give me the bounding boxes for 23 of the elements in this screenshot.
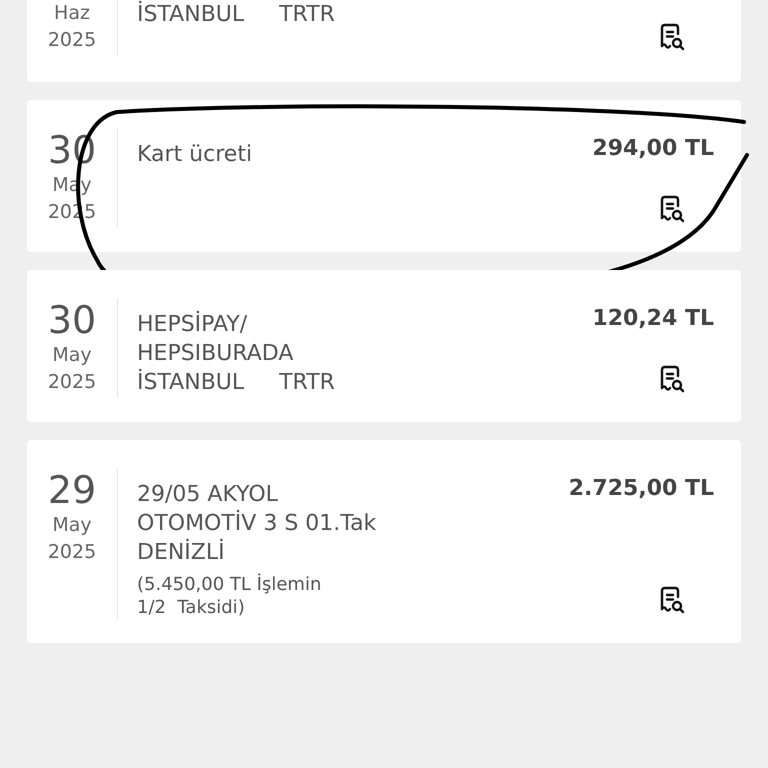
- installment-note: (5.450,00 TL İşlemin 1/2 Taksidi): [137, 573, 322, 619]
- transaction-description: HEPSİPAY/ HEPSIBURADA İSTANBUL TRTR: [137, 310, 336, 397]
- transaction-amount: 120,24 TL: [592, 306, 714, 331]
- transaction-card[interactable]: 30 May 2025 HEPSİPAY/ HEPSIBURADA İSTANBUL TRTR 120,24 TL: [27, 270, 741, 422]
- transaction-card[interactable]: Haz 2025 İSTANBUL TRTR: [27, 0, 741, 82]
- transaction-amount: 294,00 TL: [592, 136, 714, 161]
- transaction-description: Kart ücreti: [137, 141, 254, 169]
- date-year: 2025: [48, 28, 96, 53]
- transaction-description: İSTANBUL TRTR: [137, 0, 336, 29]
- date-month: Haz: [54, 1, 90, 26]
- date-day: 29: [48, 468, 96, 512]
- date-year: 2025: [48, 370, 96, 395]
- transaction-description: 29/05 AKYOL OTOMOTİV 3 S 01.Tak DENİZLİ: [137, 481, 378, 567]
- date-day: 30: [48, 298, 96, 342]
- date-year: 2025: [48, 540, 96, 565]
- receipt-search-icon[interactable]: [658, 364, 686, 394]
- transaction-amount: 2.725,00 TL: [568, 476, 714, 501]
- date-month: May: [52, 513, 92, 538]
- receipt-search-icon[interactable]: [658, 194, 686, 224]
- date-month: May: [52, 343, 92, 368]
- transaction-card[interactable]: 29 May 2025 29/05 AKYOL OTOMOTİV 3 S 01.Tak DENİZLİ (5.450,00 TL İşlemin 1/2 Taksidi) 2.725,00 TL: [27, 440, 741, 643]
- receipt-search-icon[interactable]: [658, 22, 686, 52]
- receipt-search-icon[interactable]: [658, 585, 686, 615]
